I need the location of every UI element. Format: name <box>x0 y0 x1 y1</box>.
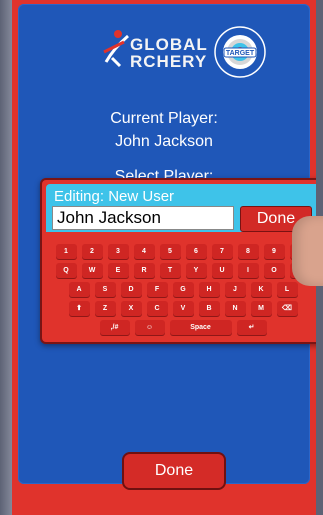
key-row3-8[interactable]: L <box>276 282 298 297</box>
key-row2-2[interactable]: E <box>107 263 129 278</box>
keyboard-row-zxcv: ⬆ Z X C V B N M ⌫ <box>46 301 316 316</box>
key-row1-2[interactable]: 3 <box>107 244 129 259</box>
key-row3-0[interactable]: A <box>68 282 90 297</box>
key-row4-1[interactable]: Z <box>94 301 116 316</box>
device-frame: GLOBAL RCHERY TARGET Current Player: Joh… <box>0 0 323 515</box>
key-row2-6[interactable]: U <box>211 263 233 278</box>
key-row3-3[interactable]: F <box>146 282 168 297</box>
dialog-header: Editing: New User John Jackson Done <box>46 184 316 232</box>
current-player-label: Current Player: <box>110 110 218 127</box>
key-row4-5[interactable]: B <box>198 301 220 316</box>
key-row1-8[interactable]: 9 <box>263 244 285 259</box>
keyboard-row-qwerty: QWERTYUIOP <box>46 263 316 278</box>
key-row5-0[interactable]: ,/# <box>99 320 130 335</box>
keyboard-row-space: ,/# ☺ Space ↵ <box>46 320 316 335</box>
key-row2-4[interactable]: T <box>159 263 181 278</box>
key-row3-4[interactable]: G <box>172 282 194 297</box>
key-row1-4[interactable]: 5 <box>159 244 181 259</box>
key-row1-7[interactable]: 8 <box>237 244 259 259</box>
key-row5-3[interactable]: ↵ <box>236 320 267 335</box>
screen: GLOBAL RCHERY TARGET Current Player: Joh… <box>12 0 316 515</box>
key-row3-1[interactable]: S <box>94 282 116 297</box>
key-row1-6[interactable]: 7 <box>211 244 233 259</box>
key-row4-0[interactable]: ⬆ <box>68 301 90 316</box>
key-row2-5[interactable]: Y <box>185 263 207 278</box>
keyboard-row-asdf: ASDFGHJKL <box>46 282 316 297</box>
key-row2-0[interactable]: Q <box>55 263 77 278</box>
key-row1-1[interactable]: 2 <box>81 244 103 259</box>
keyboard-row-numbers: 1234567890 <box>46 244 316 259</box>
dialog-title: Editing: New User <box>54 188 175 205</box>
key-row5-2[interactable]: Space <box>169 320 232 335</box>
done-button[interactable]: Done <box>122 452 226 490</box>
target-badge-icon: TARGET <box>214 26 266 78</box>
key-row2-7[interactable]: I <box>237 263 259 278</box>
key-row3-7[interactable]: K <box>250 282 272 297</box>
key-row4-6[interactable]: N <box>224 301 246 316</box>
key-row4-3[interactable]: C <box>146 301 168 316</box>
key-row4-8[interactable]: ⌫ <box>276 301 298 316</box>
key-row4-7[interactable]: M <box>250 301 272 316</box>
key-row5-1[interactable]: ☺ <box>134 320 165 335</box>
player-name-input[interactable]: John Jackson <box>52 206 234 230</box>
key-row2-3[interactable]: R <box>133 263 155 278</box>
key-row1-0[interactable]: 1 <box>55 244 77 259</box>
current-player-name: John Jackson <box>115 133 213 150</box>
key-row3-5[interactable]: H <box>198 282 220 297</box>
global-archery-logo: GLOBAL RCHERY TARGET <box>102 26 312 86</box>
key-row3-2[interactable]: D <box>120 282 142 297</box>
edit-user-dialog: Editing: New User John Jackson Done 1234… <box>40 178 316 344</box>
brand-wordmark: GLOBAL RCHERY <box>130 36 208 70</box>
finger-touch <box>292 216 323 286</box>
key-row1-3[interactable]: 4 <box>133 244 155 259</box>
brand-line-2: RCHERY <box>130 52 208 71</box>
brand-line-1: GLOBAL <box>130 35 208 54</box>
key-row2-8[interactable]: O <box>263 263 285 278</box>
key-row4-4[interactable]: V <box>172 301 194 316</box>
onscreen-keyboard: 1234567890 QWERTYUIOP ASDFGHJKL ⬆ ZXCVBNM… <box>46 236 316 336</box>
archer-figure-icon <box>103 30 129 68</box>
badge-label: TARGET <box>226 50 255 57</box>
key-row2-1[interactable]: W <box>81 263 103 278</box>
key-row1-5[interactable]: 6 <box>185 244 207 259</box>
key-row3-6[interactable]: J <box>224 282 246 297</box>
key-row4-2[interactable]: X <box>120 301 142 316</box>
